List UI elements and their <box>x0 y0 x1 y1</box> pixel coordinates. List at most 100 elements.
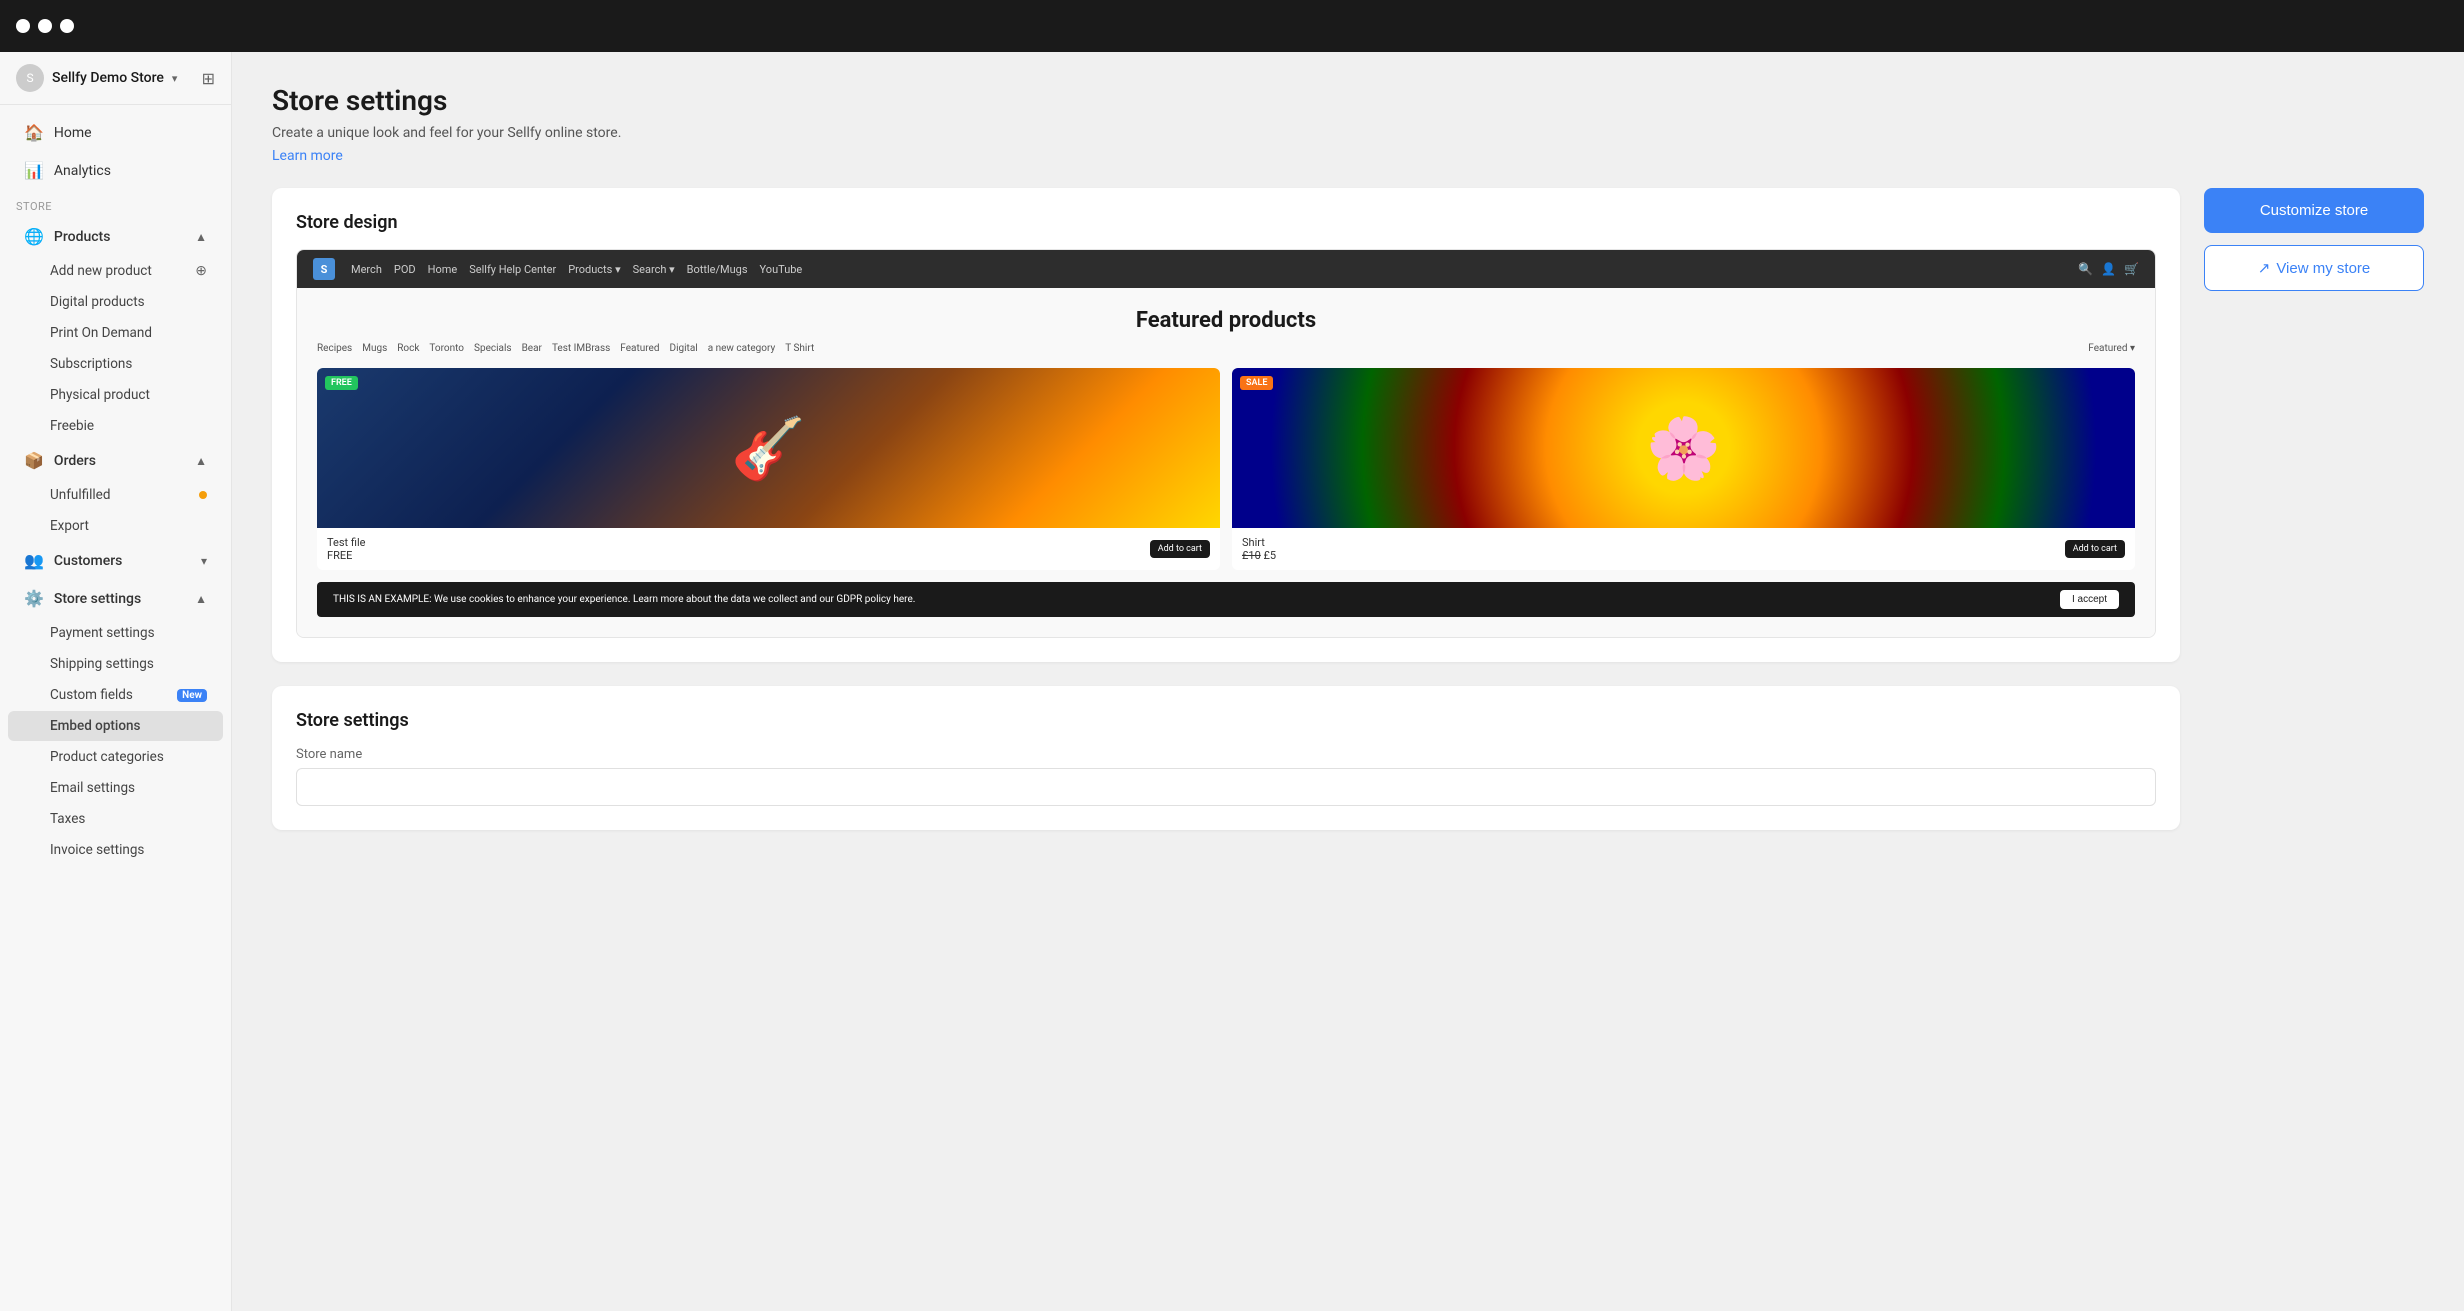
main-content: Store settings Create a unique look and … <box>232 52 2464 1311</box>
orders-sub-items: Unfulfilled Export <box>0 480 231 541</box>
freebie-label: Freebie <box>50 418 94 434</box>
sidebar-item-home[interactable]: 🏠 Home <box>8 114 223 151</box>
nav-merch: Merch <box>351 263 382 276</box>
sidebar-item-payment-settings[interactable]: Payment settings <box>8 618 223 648</box>
store-selector[interactable]: S Sellfy Demo Store ▾ <box>16 64 177 92</box>
preview-nav-links: Merch POD Home Sellfy Help Center Produc… <box>351 263 2062 276</box>
cookie-banner: THIS IS AN EXAMPLE: We use cookies to en… <box>317 582 2135 617</box>
cat-test-imbrass: Test IMBrass <box>552 343 610 354</box>
cat-mugs: Mugs <box>362 343 387 354</box>
analytics-icon: 📊 <box>24 161 44 180</box>
search-icon: 🔍 <box>2078 262 2093 276</box>
cat-specials: Specials <box>474 343 512 354</box>
sidebar-item-store-settings[interactable]: ⚙️ Store settings ▲ <box>8 580 223 617</box>
cat-featured: Featured <box>620 343 659 354</box>
nav-home: Home <box>428 263 458 276</box>
page-title: Store settings <box>272 84 2424 117</box>
store-name: Sellfy Demo Store <box>52 70 164 86</box>
sidebar-navigation: 🏠 Home 📊 Analytics Store 🌐 Products ▲ <box>0 105 231 874</box>
cart-icon: 🛒 <box>2124 262 2139 276</box>
sidebar: S Sellfy Demo Store ▾ ⊞ 🏠 Home 📊 Analyti… <box>0 52 232 1311</box>
preview-logo: S <box>313 258 335 280</box>
customers-label: Customers <box>54 553 122 569</box>
sidebar-item-unfulfilled[interactable]: Unfulfilled <box>8 480 223 510</box>
grid-icon[interactable]: ⊞ <box>202 69 215 88</box>
sidebar-item-orders[interactable]: 📦 Orders ▲ <box>8 442 223 479</box>
main-grid: Store design S Merch POD Home Sellfy Hel… <box>272 188 2424 830</box>
sidebar-item-analytics[interactable]: 📊 Analytics <box>8 152 223 189</box>
preview-product-test-file: FREE Test file FREE Add to cart <box>317 368 1220 570</box>
sidebar-item-custom-fields[interactable]: Custom fields New <box>8 680 223 710</box>
sidebar-item-shipping-settings[interactable]: Shipping settings <box>8 649 223 679</box>
chevron-up-icon: ▲ <box>195 454 207 468</box>
add-to-cart-button[interactable]: Add to cart <box>2065 540 2125 558</box>
store-name-label: Store name <box>296 747 2156 762</box>
products-label: Products <box>54 229 111 245</box>
sidebar-item-email-settings[interactable]: Email settings <box>8 773 223 803</box>
chevron-down-icon: ▾ <box>172 72 178 85</box>
customize-store-button[interactable]: Customize store <box>2204 188 2424 233</box>
cat-recipes: Recipes <box>317 343 352 354</box>
sidebar-section-store: Store <box>0 190 231 217</box>
preview-body: Featured products Recipes Mugs Rock Toro… <box>297 288 2155 637</box>
action-buttons: Customize store ↗ View my store <box>2204 188 2424 291</box>
mandala-image <box>1232 368 2135 528</box>
preview-nav-icons: 🔍 👤 🛒 <box>2078 262 2139 276</box>
sidebar-item-subscriptions[interactable]: Subscriptions <box>8 349 223 379</box>
sidebar-item-print-on-demand[interactable]: Print On Demand <box>8 318 223 348</box>
store-settings-form-card: Store settings Store name <box>272 686 2180 830</box>
product-info-test-file: Test file FREE Add to cart <box>317 528 1220 570</box>
sidebar-item-taxes[interactable]: Taxes <box>8 804 223 834</box>
cat-toronto: Toronto <box>429 343 464 354</box>
cat-bear: Bear <box>522 343 542 354</box>
embed-options-label: Embed options <box>50 718 140 734</box>
settings-icon: ⚙️ <box>24 589 44 608</box>
product-categories-label: Product categories <box>50 749 164 765</box>
preview-navbar: S Merch POD Home Sellfy Help Center Prod… <box>297 250 2155 288</box>
store-settings-label: Store settings <box>54 591 141 607</box>
taxes-label: Taxes <box>50 811 85 827</box>
unfulfilled-badge-dot <box>199 491 207 499</box>
titlebar-dot-3 <box>60 19 74 33</box>
sidebar-item-physical-product[interactable]: Physical product <box>8 380 223 410</box>
learn-more-link[interactable]: Learn more <box>272 148 343 164</box>
digital-products-label: Digital products <box>50 294 145 310</box>
unfulfilled-label: Unfulfilled <box>50 487 110 503</box>
sort-featured: Featured ▾ <box>2088 343 2135 354</box>
left-column: Store design S Merch POD Home Sellfy Hel… <box>272 188 2180 830</box>
sidebar-item-customers[interactable]: 👥 Customers ▾ <box>8 542 223 579</box>
add-to-cart-button[interactable]: Add to cart <box>1150 540 1210 558</box>
store-name-field: Store name <box>296 747 2156 806</box>
cat-tshirt: T Shirt <box>785 343 814 354</box>
sidebar-item-product-categories[interactable]: Product categories <box>8 742 223 772</box>
store-name-input[interactable] <box>296 768 2156 806</box>
nav-products: Products <box>568 263 620 276</box>
new-badge: New <box>177 689 207 702</box>
sidebar-item-embed-options[interactable]: Embed options <box>8 711 223 741</box>
product-price: FREE <box>327 549 365 562</box>
add-new-product-label: Add new product <box>50 263 152 279</box>
orders-icon: 📦 <box>24 451 44 470</box>
titlebar-dot-1 <box>16 19 30 33</box>
sale-badge: SALE <box>1240 376 1273 390</box>
chevron-down-icon: ▾ <box>201 554 207 568</box>
store-design-title: Store design <box>296 212 2156 233</box>
invoice-settings-label: Invoice settings <box>50 842 144 858</box>
home-icon: 🏠 <box>24 123 44 142</box>
sidebar-item-invoice-settings[interactable]: Invoice settings <box>8 835 223 865</box>
titlebar-dot-2 <box>38 19 52 33</box>
cookie-accept-button[interactable]: I accept <box>2060 590 2119 609</box>
product-name: Shirt <box>1242 536 1276 549</box>
sidebar-item-export[interactable]: Export <box>8 511 223 541</box>
sidebar-item-add-new-product[interactable]: Add new product ⊕ <box>8 256 223 286</box>
sidebar-item-freebie[interactable]: Freebie <box>8 411 223 441</box>
titlebar <box>0 0 2464 52</box>
view-my-store-button[interactable]: ↗ View my store <box>2204 245 2424 291</box>
custom-fields-label: Custom fields <box>50 687 133 703</box>
physical-product-label: Physical product <box>50 387 150 403</box>
preview-category-tabs: Recipes Mugs Rock Toronto Specials Bear … <box>317 343 2135 354</box>
sidebar-item-digital-products[interactable]: Digital products <box>8 287 223 317</box>
add-circle-icon: ⊕ <box>195 263 207 279</box>
customers-icon: 👥 <box>24 551 44 570</box>
sidebar-item-products[interactable]: 🌐 Products ▲ <box>8 218 223 255</box>
